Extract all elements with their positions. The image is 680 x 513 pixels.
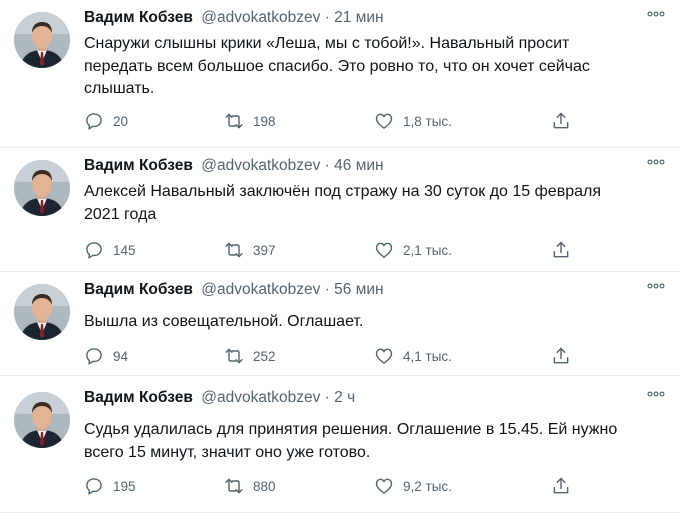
author-handle[interactable]: @advokatkobzev bbox=[201, 389, 320, 406]
retweet-icon bbox=[225, 113, 243, 129]
author-name[interactable]: Вадим Кобзев bbox=[84, 9, 193, 26]
reply-button[interactable]: 195 bbox=[84, 474, 136, 498]
like-count: 4,1 тыс. bbox=[403, 348, 452, 364]
author-handle[interactable]: @advokatkobzev bbox=[201, 281, 320, 298]
avatar[interactable] bbox=[14, 392, 70, 448]
like-heart-icon bbox=[375, 478, 393, 494]
separator-dot: · bbox=[324, 281, 330, 298]
tweet-timestamp[interactable]: 56 мин bbox=[334, 281, 383, 298]
retweet-count: 397 bbox=[253, 242, 276, 258]
retweet-count: 198 bbox=[253, 113, 276, 129]
reply-count: 20 bbox=[113, 113, 129, 129]
reply-icon bbox=[86, 348, 102, 365]
author-handle[interactable]: @advokatkobzev bbox=[201, 9, 320, 26]
retweet-icon bbox=[225, 242, 243, 258]
retweet-button[interactable]: 397 bbox=[224, 238, 276, 262]
tweet-header: Вадим Кобзев @advokatkobzev · 2 ч bbox=[84, 388, 355, 408]
tweet-actions: 195 880 9,2 тыс. bbox=[84, 474, 584, 498]
like-count: 9,2 тыс. bbox=[403, 478, 452, 494]
tweet-header: Вадим Кобзев @advokatkobzev · 21 мин bbox=[84, 8, 384, 28]
more-dots-icon bbox=[647, 283, 665, 289]
share-icon bbox=[553, 477, 569, 494]
author-name[interactable]: Вадим Кобзев bbox=[84, 389, 193, 406]
like-count: 2,1 тыс. bbox=[403, 242, 452, 258]
retweet-button[interactable]: 252 bbox=[224, 344, 276, 368]
share-icon bbox=[553, 347, 569, 364]
share-button[interactable] bbox=[551, 238, 571, 262]
reply-icon bbox=[86, 113, 102, 130]
tweet-actions: 20 198 1,8 тыс. bbox=[84, 109, 584, 133]
like-button[interactable]: 9,2 тыс. bbox=[374, 474, 452, 498]
retweet-count: 880 bbox=[253, 478, 276, 494]
reply-button[interactable]: 145 bbox=[84, 238, 136, 262]
retweet-icon bbox=[225, 348, 243, 364]
tweet-actions: 94 252 4,1 тыс. bbox=[84, 344, 584, 368]
share-button[interactable] bbox=[551, 109, 571, 133]
separator-dot: · bbox=[324, 157, 330, 174]
reply-button[interactable]: 94 bbox=[84, 344, 128, 368]
tweet[interactable]: Вадим Кобзев @advokatkobzev · 2 ч Судья … bbox=[0, 376, 680, 513]
avatar-photo bbox=[14, 284, 70, 340]
like-heart-icon bbox=[375, 242, 393, 258]
more-dots-icon bbox=[647, 159, 665, 165]
share-icon bbox=[553, 241, 569, 258]
tweet[interactable]: Вадим Кобзев @advokatkobzev · 21 мин Сна… bbox=[0, 0, 680, 148]
tweet-actions: 145 397 2,1 тыс. bbox=[84, 238, 584, 262]
author-name[interactable]: Вадим Кобзев bbox=[84, 157, 193, 174]
like-heart-icon bbox=[375, 348, 393, 364]
tweet-text: Судья удалилась для принятия решения. Ог… bbox=[84, 421, 618, 461]
more-dots-icon bbox=[647, 11, 665, 17]
reply-button[interactable]: 20 bbox=[84, 109, 128, 133]
reply-icon bbox=[86, 242, 102, 259]
tweet-text: Вышла из совещательной. Оглашает. bbox=[84, 313, 364, 330]
reply-count: 145 bbox=[113, 242, 136, 258]
more-options-button[interactable] bbox=[646, 388, 666, 404]
tweet-header: Вадим Кобзев @advokatkobzev · 46 мин bbox=[84, 156, 384, 176]
author-handle[interactable]: @advokatkobzev bbox=[201, 157, 320, 174]
like-button[interactable]: 4,1 тыс. bbox=[374, 344, 452, 368]
like-heart-icon bbox=[375, 113, 393, 129]
reply-icon bbox=[86, 478, 102, 495]
share-icon bbox=[553, 112, 569, 129]
avatar-photo bbox=[14, 12, 70, 68]
like-count: 1,8 тыс. bbox=[403, 113, 452, 129]
avatar[interactable] bbox=[14, 160, 70, 216]
retweet-button[interactable]: 880 bbox=[224, 474, 276, 498]
like-button[interactable]: 2,1 тыс. bbox=[374, 238, 452, 262]
author-name[interactable]: Вадим Кобзев bbox=[84, 281, 193, 298]
retweet-count: 252 bbox=[253, 348, 276, 364]
avatar-photo bbox=[14, 392, 70, 448]
reply-count: 94 bbox=[113, 348, 129, 364]
reply-count: 195 bbox=[113, 478, 136, 494]
more-options-button[interactable] bbox=[646, 8, 666, 24]
share-button[interactable] bbox=[551, 344, 571, 368]
more-options-button[interactable] bbox=[646, 280, 666, 296]
tweet-text: Снаружи слышны крики «Леша, мы с тобой!»… bbox=[84, 35, 590, 97]
retweet-icon bbox=[225, 478, 243, 494]
like-button[interactable]: 1,8 тыс. bbox=[374, 109, 452, 133]
avatar-photo bbox=[14, 160, 70, 216]
more-options-button[interactable] bbox=[646, 156, 666, 172]
tweet-timestamp[interactable]: 2 ч bbox=[334, 389, 355, 406]
retweet-button[interactable]: 198 bbox=[224, 109, 276, 133]
tweet[interactable]: Вадим Кобзев @advokatkobzev · 46 мин Але… bbox=[0, 148, 680, 272]
share-button[interactable] bbox=[551, 474, 571, 498]
tweet-text: Алексей Навальный заключён под стражу на… bbox=[84, 183, 601, 223]
avatar[interactable] bbox=[14, 284, 70, 340]
more-dots-icon bbox=[647, 391, 665, 397]
avatar[interactable] bbox=[14, 12, 70, 68]
tweet-timestamp[interactable]: 21 мин bbox=[334, 9, 383, 26]
separator-dot: · bbox=[324, 389, 330, 406]
tweet-timestamp[interactable]: 46 мин bbox=[334, 157, 383, 174]
separator-dot: · bbox=[324, 9, 330, 26]
tweet-header: Вадим Кобзев @advokatkobzev · 56 мин bbox=[84, 280, 384, 300]
tweet[interactable]: Вадим Кобзев @advokatkobzev · 56 мин Выш… bbox=[0, 272, 680, 376]
